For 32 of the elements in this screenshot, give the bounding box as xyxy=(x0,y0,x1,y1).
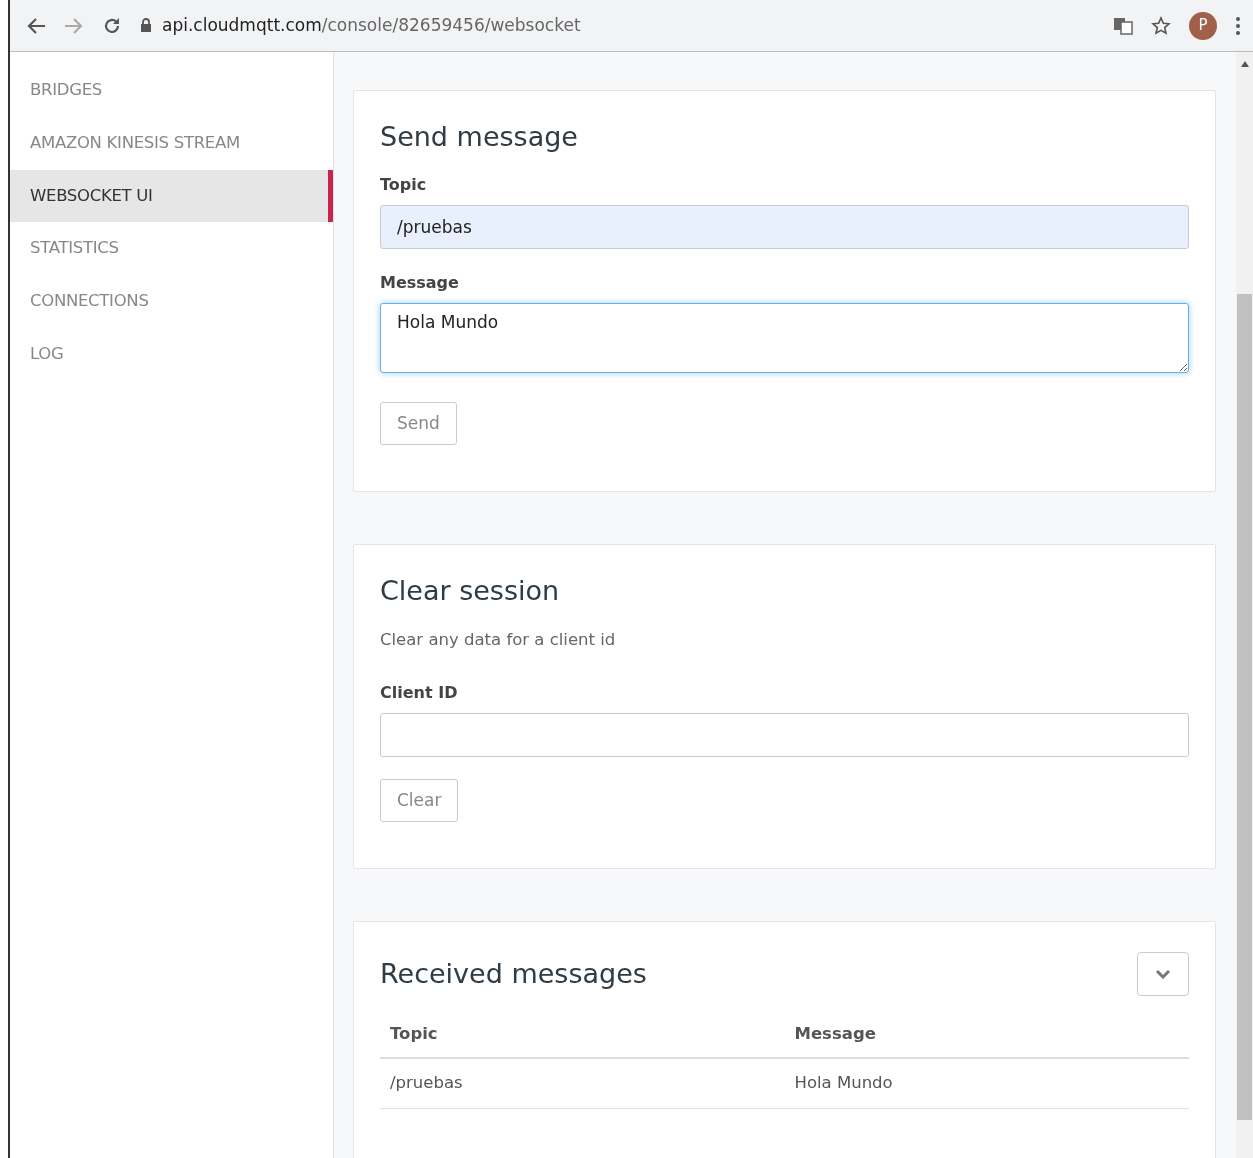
send-button[interactable]: Send xyxy=(380,401,457,446)
column-header: Topic xyxy=(380,1012,785,1058)
scroll-up-icon[interactable] xyxy=(1239,60,1250,68)
card-title: Received messages xyxy=(380,957,647,991)
avatar[interactable]: P xyxy=(1189,11,1217,40)
message-field[interactable]: Hola Mundo xyxy=(380,303,1189,374)
field-label: Message xyxy=(380,272,460,295)
client-id-field[interactable] xyxy=(380,712,1189,757)
star-icon[interactable] xyxy=(1151,15,1171,36)
field-label: Client ID xyxy=(380,681,459,704)
sidebar-item[interactable]: WEBSOCKET UI xyxy=(10,169,333,223)
topic-field[interactable]: /pruebas xyxy=(380,205,1189,250)
sidebar-item[interactable]: CONNECTIONS xyxy=(10,275,333,328)
field-label: Topic xyxy=(380,174,428,197)
clear-button[interactable]: Clear xyxy=(380,778,459,823)
url-field[interactable]: api.cloudmqtt.com/console/82659456/websocket xyxy=(162,12,581,39)
sidebar-item[interactable]: LOG xyxy=(10,327,333,381)
chevron-down-icon xyxy=(1155,969,1171,980)
translate-icon[interactable] xyxy=(1113,15,1133,36)
lock-icon xyxy=(140,18,152,33)
sidebar-item[interactable]: BRIDGES xyxy=(10,64,333,117)
description: Clear any data for a client id xyxy=(380,628,617,651)
card-title: Send message xyxy=(380,121,579,154)
sidebar-item[interactable]: STATISTICS xyxy=(10,222,333,275)
card-title: Clear session xyxy=(380,575,561,608)
back-icon[interactable] xyxy=(26,16,46,35)
menu-icon[interactable] xyxy=(1235,15,1241,36)
column-header: Message xyxy=(784,1012,1189,1058)
table-cell: Hola Mundo xyxy=(784,1057,1189,1109)
scrollbar-thumb[interactable] xyxy=(1237,294,1252,1120)
table-cell: /pruebas xyxy=(380,1057,785,1109)
sidebar-item[interactable]: AMAZON KINESIS STREAM xyxy=(10,116,333,170)
